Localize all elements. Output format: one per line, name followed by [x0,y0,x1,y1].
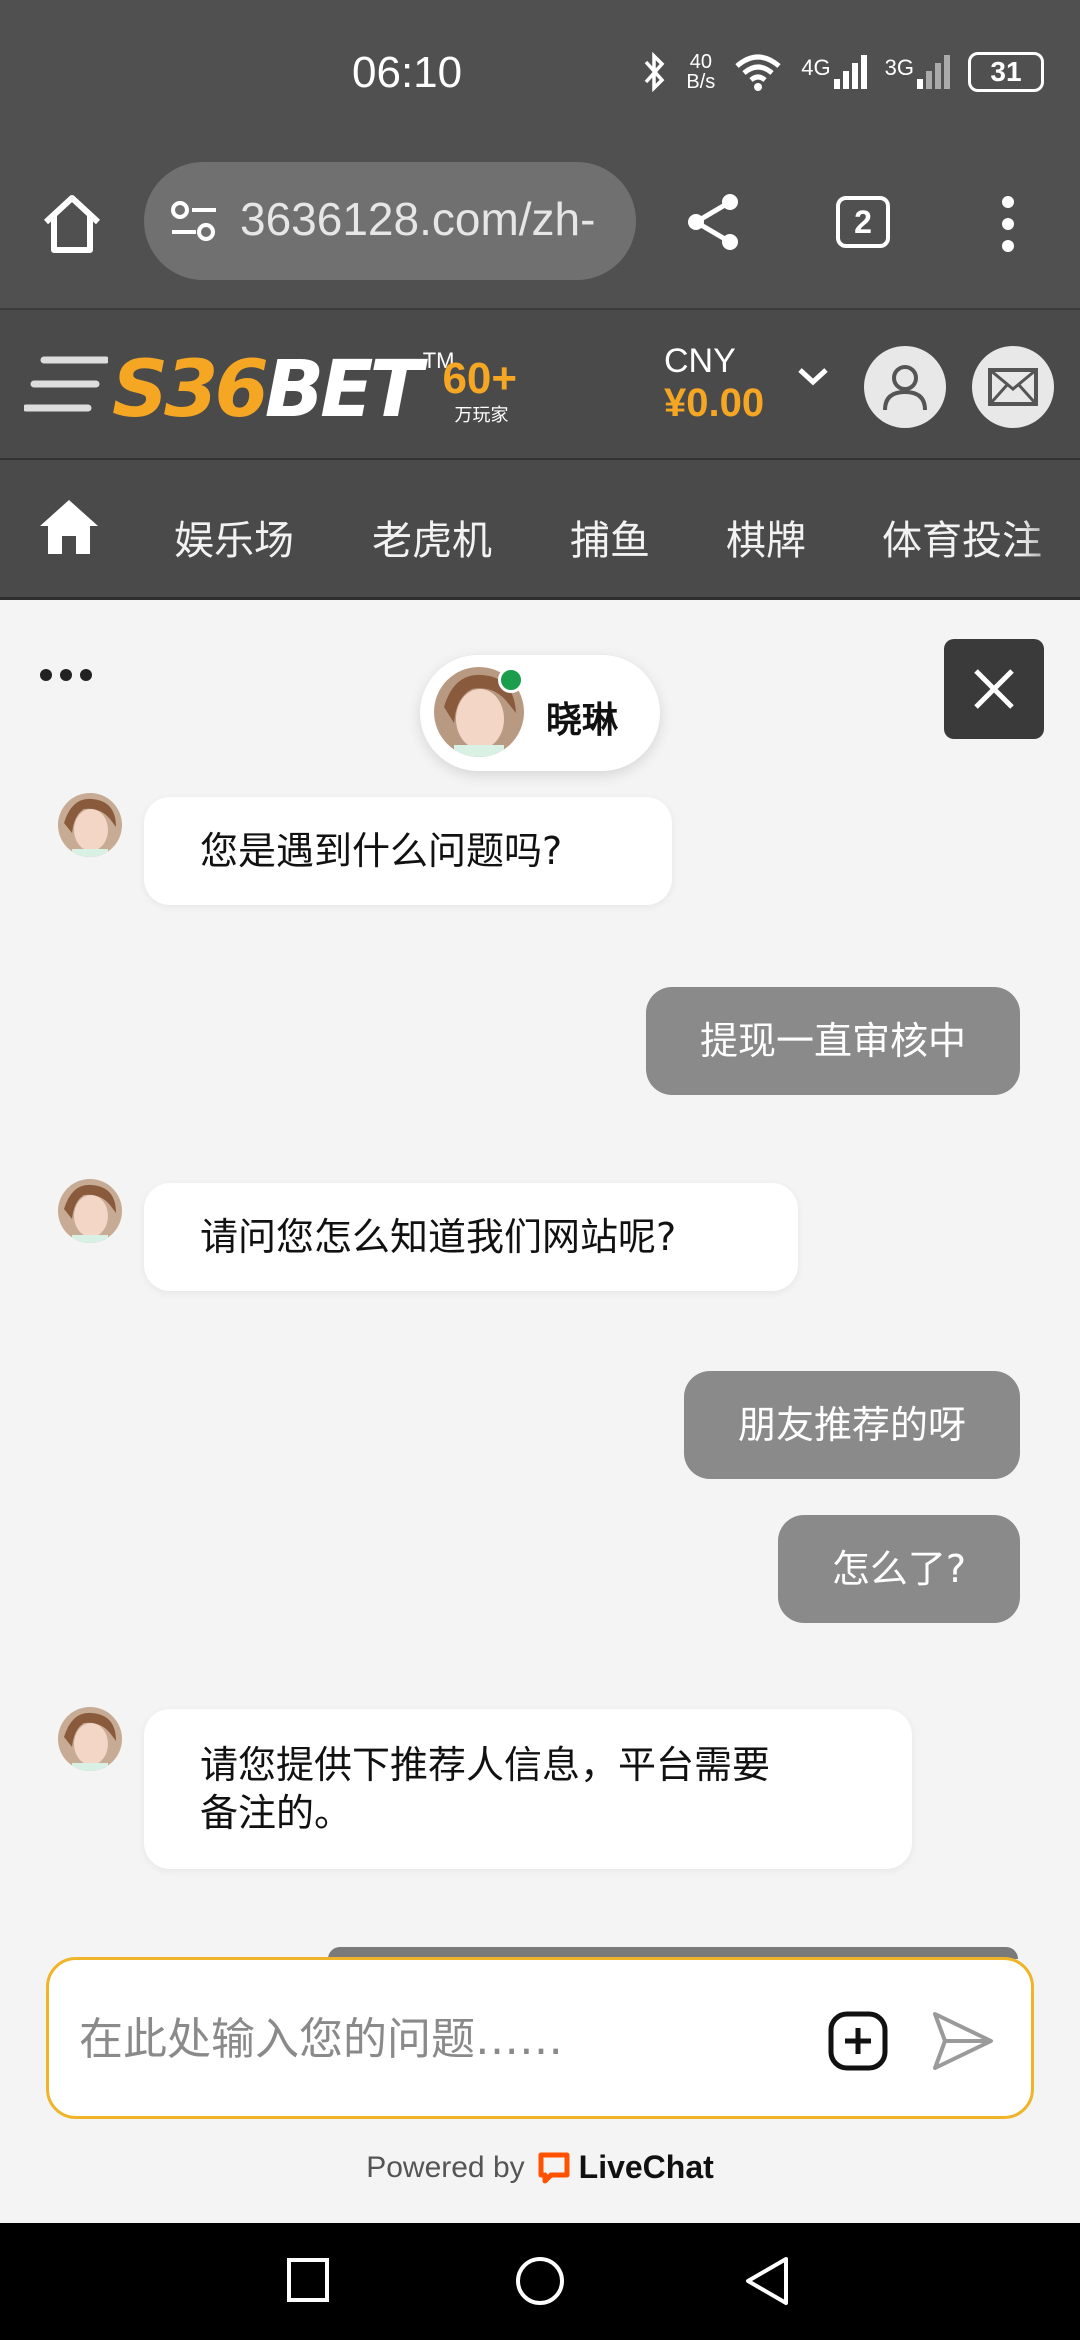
category-nav: 娱乐场 老虎机 捕鱼 棋牌 体育投注 [0,460,1080,600]
message-composer [46,1957,1034,2119]
user-message: 怎么了? [777,1515,1020,1623]
back-icon[interactable] [744,2255,790,2307]
url-text: 3636128.com/zh- [240,193,596,245]
user-icon [883,365,927,411]
nav-item-casino[interactable]: 娱乐场 [174,508,294,566]
site-logo[interactable]: S36BET TM 60+ 万玩家 [112,348,517,429]
agent-avatar-small [58,1707,122,1771]
nav-item-slots[interactable]: 老虎机 [372,508,492,566]
send-icon[interactable] [931,2010,995,2072]
attach-icon[interactable] [827,2010,889,2072]
agent-message: 请问您怎么知道我们网站呢? [144,1183,798,1291]
livechat-link[interactable]: LiveChat [537,2149,714,2186]
more-menu-icon[interactable] [996,194,1020,254]
agent-avatar-small [58,793,122,857]
clock: 06:10 [352,48,463,97]
agent-name: 晓琳 [546,700,619,741]
browser-home-icon[interactable] [38,190,106,258]
chat-window: 晓琳 您是遇到什么问题吗? 提现一直审核中 请问您怎么知道我们网站呢? 朋友推荐… [0,603,1080,2223]
hamburger-menu-icon[interactable] [24,352,108,416]
currency-code: CNY [664,342,736,380]
agent-avatar-small [58,1179,122,1243]
balance-display[interactable]: CNY ¥0.00 [664,342,764,426]
powered-by: Powered by LiveChat [366,2149,714,2186]
browser-toolbar: 3636128.com/zh- 2 [0,150,1080,308]
agent-message: 请您提供下推荐人信息，平台需要 备注的。 [144,1709,912,1869]
nav-fade [1020,460,1080,597]
share-icon[interactable] [684,192,744,252]
battery-icon: 31 [968,52,1044,92]
chevron-down-icon[interactable] [796,364,830,388]
address-bar[interactable]: 3636128.com/zh- [144,162,636,280]
home-nav-icon[interactable] [514,2255,566,2307]
balance-amount: ¥0.00 [664,381,765,425]
site-header: S36BET TM 60+ 万玩家 CNY ¥0.00 [0,308,1080,460]
close-icon [974,669,1014,709]
site-settings-icon[interactable] [170,200,218,244]
chat-options-icon[interactable] [40,669,92,681]
signal-icon-2: 3G [885,55,950,89]
livechat-logo-icon [538,2152,570,2183]
message-input[interactable] [79,2002,809,2076]
mail-icon [988,368,1038,406]
user-message: 提现一直审核中 [645,987,1020,1095]
user-message: 朋友推荐的呀 [683,1371,1020,1479]
net-speed: 40 B/s [686,51,716,93]
agent-message: 您是遇到什么问题吗? [144,797,672,905]
tabs-button[interactable]: 2 [836,196,890,248]
close-chat-button[interactable] [944,639,1044,739]
recents-icon[interactable] [286,2255,330,2305]
system-nav-bar [0,2223,1080,2340]
nav-item-sports[interactable]: 体育投注 [882,508,1042,566]
signal-icon: 4G [801,55,867,89]
status-icons: 40 B/s 4G 3G 31 [642,52,1044,92]
online-status-dot [498,667,524,693]
nav-item-cards[interactable]: 棋牌 [726,508,806,566]
messages-button[interactable] [972,346,1054,428]
home-icon[interactable] [38,496,100,558]
wifi-icon [735,54,781,91]
bluetooth-icon [645,52,665,92]
nav-item-fishing[interactable]: 捕鱼 [570,508,650,566]
agent-header: 晓琳 [420,655,660,771]
user-account-button[interactable] [864,346,946,428]
status-bar: 06:10 40 B/s 4G 3G 31 [0,0,1080,150]
